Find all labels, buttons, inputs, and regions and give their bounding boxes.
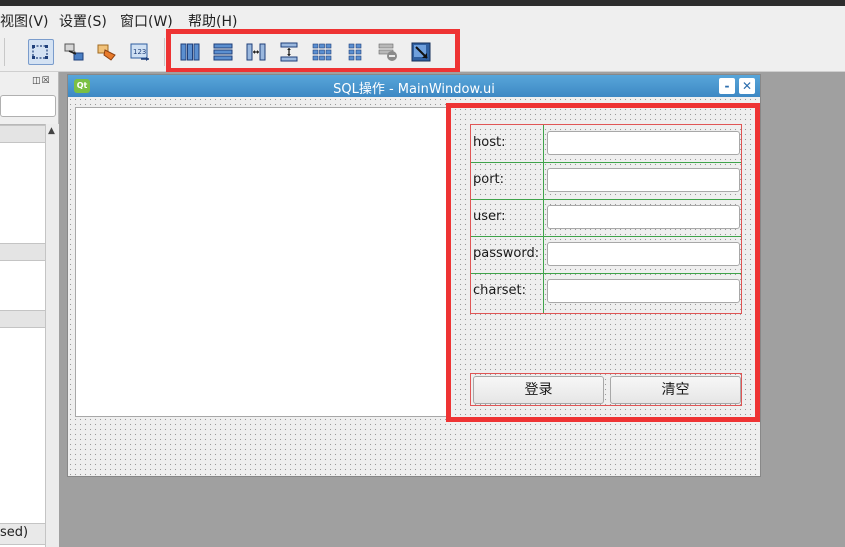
layout-vertical-icon[interactable] [210,39,236,65]
grid-divider [543,125,544,313]
menu-bar: 视图(V) 设置(S) 窗口(W) 帮助(H) [0,6,845,32]
charset-label: charset: [473,283,526,298]
user-label: user: [473,209,506,224]
panel-float-close-icon[interactable]: ◫☒ [32,76,51,86]
widget-list[interactable]: sed) [0,124,45,547]
toolbar-separator [4,38,5,66]
user-input[interactable] [547,205,740,229]
widget-list-scrollbar[interactable]: ▲ [45,124,59,547]
layout-horizontal-splitter-icon[interactable] [243,39,269,65]
charset-input[interactable] [547,279,740,303]
widget-category-header[interactable] [0,243,45,261]
edit-buddies-icon[interactable] [94,39,120,65]
toolbar-separator [164,38,165,66]
button-layout: 登录 清空 [470,373,742,406]
widget-category-header[interactable] [0,310,45,328]
host-input[interactable] [547,131,740,155]
host-label: host: [473,135,506,150]
form-layout: host: port: user: password: charset: [470,124,742,314]
form-window: Qt SQL操作 - MainWindow.ui - ✕ host: port:… [67,74,761,477]
break-layout-icon[interactable] [375,39,401,65]
layout-form-icon[interactable] [342,39,368,65]
menu-help[interactable]: 帮助(H) [188,11,237,31]
filter-input[interactable] [0,95,56,117]
port-input[interactable] [547,168,740,192]
minimize-button[interactable]: - [719,78,735,94]
grid-divider [471,236,741,237]
edit-widgets-icon[interactable] [28,39,54,65]
menu-settings[interactable]: 设置(S) [59,11,107,31]
password-input[interactable] [547,242,740,266]
edit-signals-slots-icon[interactable] [61,39,87,65]
menu-window[interactable]: 窗口(W) [120,11,173,31]
layout-horizontal-icon[interactable] [177,39,203,65]
toolbar: 123 [0,32,845,72]
widget-category-label: sed) [0,525,29,540]
grid-divider [471,199,741,200]
scroll-up-icon[interactable]: ▲ [48,126,55,136]
adjust-size-icon[interactable] [408,39,434,65]
form-titlebar[interactable]: Qt SQL操作 - MainWindow.ui - ✕ [68,75,760,97]
svg-text:123: 123 [133,48,146,56]
port-label: port: [473,172,505,187]
menu-view[interactable]: 视图(V) [0,11,49,31]
password-label: password: [473,246,540,261]
widget-box-panel: ◫☒ sed) ▲ [0,72,59,547]
clear-button[interactable]: 清空 [610,376,741,404]
login-button[interactable]: 登录 [473,376,604,404]
grid-divider [471,273,741,274]
form-canvas: host: port: user: password: charset: 登录 … [68,97,760,476]
close-button[interactable]: ✕ [739,78,755,94]
widget-category-header[interactable] [0,125,45,143]
layout-grid-icon[interactable] [309,39,335,65]
form-title: SQL操作 - MainWindow.ui [333,82,495,97]
edit-tab-order-icon[interactable]: 123 [127,39,153,65]
grid-divider [471,162,741,163]
layout-vertical-splitter-icon[interactable] [276,39,302,65]
text-edit-area[interactable] [75,107,451,417]
